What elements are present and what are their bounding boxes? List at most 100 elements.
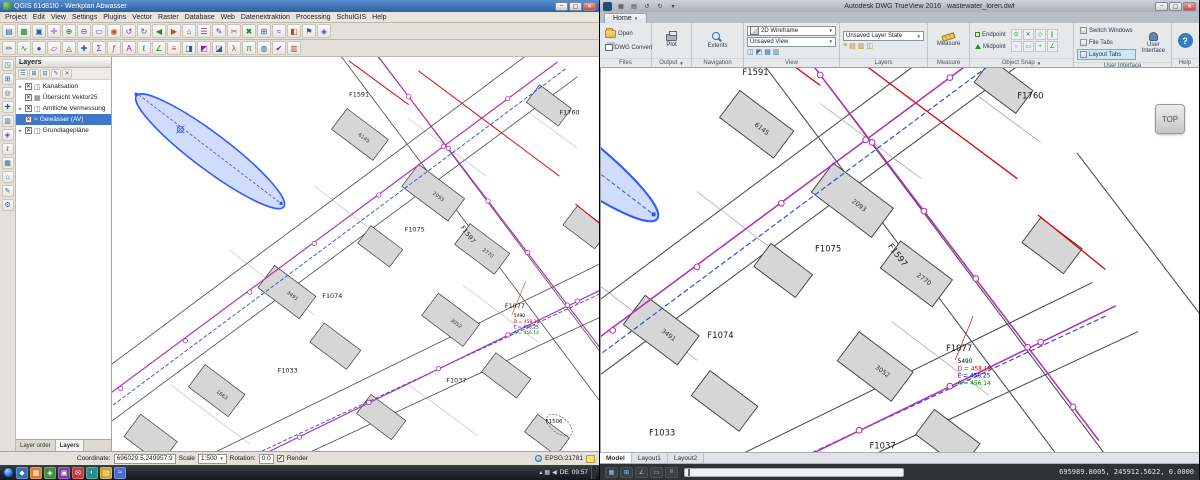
toolbar-icon[interactable]: ⊞ xyxy=(257,24,271,38)
trueview-titlebar[interactable]: ▦▤↺↻▾ Autodesk DWG TrueView 2016 wastewa… xyxy=(600,0,1199,12)
language-indicator[interactable]: DE xyxy=(560,469,569,476)
file-tabs-button[interactable]: File Tabs xyxy=(1077,37,1136,48)
close-button[interactable]: ✕ xyxy=(583,2,596,11)
layer-tool-icon[interactable]: ◫ xyxy=(866,42,873,50)
layer-item[interactable]: ▸ ✕ ◫ Amtliche Vermessung xyxy=(16,103,111,114)
taskbar-app-icon[interactable]: ◈ xyxy=(44,467,56,479)
epsg-badge[interactable]: EPSG:21781 xyxy=(545,455,583,462)
trueview-drawing-canvas[interactable]: TOP xyxy=(600,68,1199,452)
taskbar-app-icon[interactable]: ▤ xyxy=(100,467,112,479)
start-button[interactable] xyxy=(3,467,14,478)
menu-item[interactable]: View xyxy=(48,14,69,21)
layout-tab[interactable]: Layout2 xyxy=(668,453,704,463)
command-line-input[interactable] xyxy=(684,468,904,477)
layer-checkbox[interactable]: ✕ xyxy=(25,94,32,101)
toolbar-icon[interactable]: ✚ xyxy=(77,41,91,55)
layer-checkbox[interactable]: ✕ xyxy=(25,116,32,123)
toolbar-icon[interactable]: ✂ xyxy=(227,24,241,38)
render-checkbox[interactable]: ✔ xyxy=(277,455,284,462)
measure-button[interactable]: Measure xyxy=(934,33,963,48)
toolbar-icon[interactable]: ◨ xyxy=(182,41,196,55)
toolbar-icon[interactable]: ✖ xyxy=(242,24,256,38)
show-desktop-button[interactable] xyxy=(591,466,596,479)
snap-mode-icon[interactable]: ∥ xyxy=(1047,29,1058,40)
toolbar-icon[interactable]: ◪ xyxy=(212,41,226,55)
menu-item[interactable]: Edit xyxy=(30,14,48,21)
layer-tool-icon[interactable]: ▥ xyxy=(858,42,865,50)
maximize-button[interactable]: ▢ xyxy=(569,2,582,11)
layer-item[interactable]: ▸ ✕ ◫ Kanalisation xyxy=(16,81,111,92)
toolbar-icon[interactable]: ▣ xyxy=(32,24,46,38)
toolbar-icon[interactable]: ⊕ xyxy=(62,24,76,38)
toolbar-icon[interactable]: ✎ xyxy=(2,185,14,197)
toolbar-icon[interactable]: ⚑ xyxy=(302,24,316,38)
clock[interactable]: 09:57 xyxy=(572,469,588,476)
help-button[interactable]: ? xyxy=(1178,33,1193,48)
visual-style-combo[interactable]: 2D Wireframe▼ xyxy=(747,26,836,36)
menu-item[interactable]: Settings xyxy=(69,14,100,21)
toolbar-icon[interactable]: ✔ xyxy=(272,41,286,55)
layer-checkbox[interactable]: ✕ xyxy=(25,127,32,134)
toolbar-icon[interactable]: ∿ xyxy=(17,41,31,55)
quick-access-icon[interactable]: ↺ xyxy=(641,1,653,11)
toolbar-icon[interactable]: ✚ xyxy=(2,101,14,113)
toolbar-icon[interactable]: ☰ xyxy=(197,24,211,38)
qgis-titlebar[interactable]: QGIS 61d81f0 - Werkplan Abwasser – ▢ ✕ xyxy=(0,0,599,12)
toolbar-icon[interactable]: ℓ xyxy=(137,41,151,55)
menu-item[interactable]: Web xyxy=(218,14,238,21)
qgis-map-svg[interactable] xyxy=(112,57,599,451)
panel-tab[interactable]: Layers xyxy=(56,440,84,451)
toolbar-icon[interactable]: ⊖ xyxy=(77,24,91,38)
quick-access-icon[interactable]: ▾ xyxy=(667,1,679,11)
menu-item[interactable]: Plugins xyxy=(100,14,129,21)
taskbar-app-icon[interactable]: ◐ xyxy=(86,467,98,479)
layer-checkbox[interactable]: ✕ xyxy=(25,105,32,112)
toolbar-icon[interactable]: ⌂ xyxy=(2,171,14,183)
minimize-button[interactable]: – xyxy=(555,2,568,11)
status-toggle-icon[interactable]: ≡ xyxy=(665,467,678,478)
layer-state-combo[interactable]: Unsaved Layer State▼ xyxy=(843,31,924,41)
tab-home[interactable]: Home▼ xyxy=(604,13,647,23)
layer-item[interactable]: ✕ ≈ Gewässer (AV) xyxy=(16,114,111,125)
toolbar-icon[interactable]: ✛ xyxy=(47,24,61,38)
toolbar-icon[interactable]: ◀ xyxy=(152,24,166,38)
toolbar-icon[interactable]: ▭ xyxy=(92,24,106,38)
toolbar-icon[interactable]: ▤ xyxy=(2,24,16,38)
toolbar-icon[interactable]: ≈ xyxy=(272,24,286,38)
scale-combo[interactable]: 1:500▼ xyxy=(198,454,227,464)
maximize-button[interactable]: ▢ xyxy=(1169,2,1182,11)
toolbar-icon[interactable]: ◎ xyxy=(2,87,14,99)
tray-icon[interactable]: ▴ xyxy=(539,469,542,476)
rotation-input[interactable]: 0.0 xyxy=(259,454,274,464)
quick-access-icon[interactable]: ↻ xyxy=(654,1,666,11)
toolbar-icon[interactable]: ◧ xyxy=(287,24,301,38)
viewcube[interactable]: TOP xyxy=(1155,104,1185,134)
toolbar-icon[interactable]: ◍ xyxy=(257,41,271,55)
toolbar-icon[interactable]: ◈ xyxy=(317,24,331,38)
menu-item[interactable]: Project xyxy=(2,14,30,21)
layout-tab[interactable]: Model xyxy=(600,453,632,463)
layer-checkbox[interactable]: ✕ xyxy=(25,83,32,90)
layer-tool-icon[interactable]: ≡ xyxy=(843,42,847,50)
view-tool-icon[interactable]: ◩ xyxy=(756,48,763,56)
toolbar-icon[interactable]: ✏ xyxy=(2,41,16,55)
taskbar-app-icon[interactable]: ◆ xyxy=(16,467,28,479)
toolbar-icon[interactable]: ▥ xyxy=(2,115,14,127)
messages-icon[interactable] xyxy=(586,455,595,463)
toolbar-icon[interactable]: ▱ xyxy=(47,41,61,55)
status-toggle-icon[interactable]: ▦ xyxy=(605,467,618,478)
view-tool-icon[interactable]: ◫ xyxy=(747,48,754,56)
taskbar-app-icon[interactable]: ▣ xyxy=(58,467,70,479)
minimize-button[interactable]: – xyxy=(1155,2,1168,11)
menu-item[interactable]: SchulGIS xyxy=(334,14,370,21)
layer-item[interactable]: ▸ ✕ ◫ Grundlagepläne xyxy=(16,125,111,136)
snap-endpoint-button[interactable]: Endpoint xyxy=(973,29,1008,40)
toolbar-icon[interactable]: ⚙ xyxy=(2,199,14,211)
toolbar-icon[interactable]: π xyxy=(242,41,256,55)
toolbar-icon[interactable]: ▥ xyxy=(287,41,301,55)
quick-access-icon[interactable]: ▦ xyxy=(615,1,627,11)
plot-button[interactable]: Plot xyxy=(663,33,680,49)
qgis-map-canvas[interactable] xyxy=(112,57,599,451)
toolbar-icon[interactable]: ↺ xyxy=(122,24,136,38)
snap-mode-icon[interactable]: ▭ xyxy=(1023,41,1034,52)
